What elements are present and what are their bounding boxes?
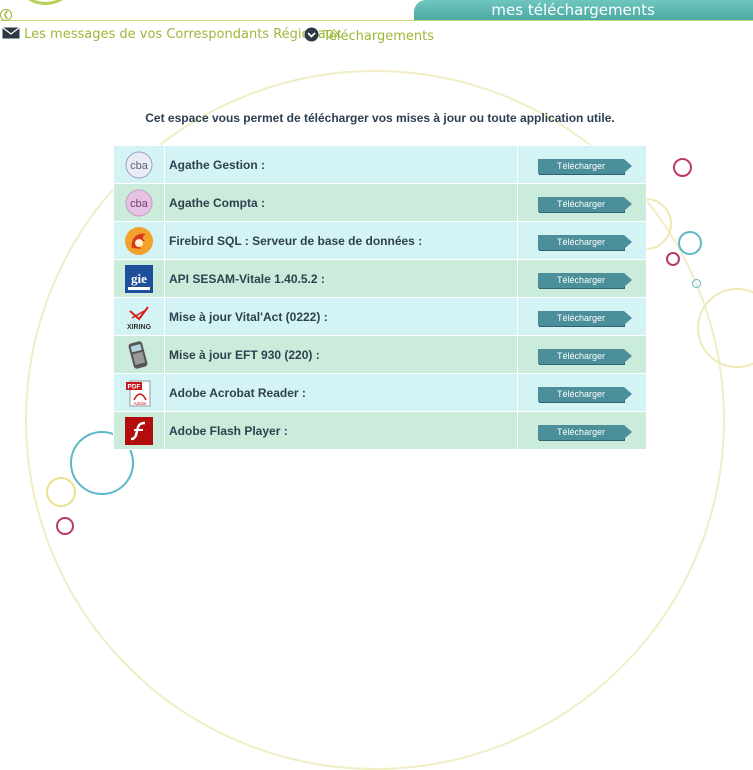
header-tab-title: mes téléchargements xyxy=(491,1,655,19)
table-row: cba Agathe Gestion : Télécharger xyxy=(113,145,647,184)
table-row: Adobe Flash Player : Télécharger xyxy=(113,411,647,450)
icon-cell: gie xyxy=(113,259,165,298)
flash-icon xyxy=(125,416,153,445)
table-row: gie API SESAM-Vitale 1.40.5.2 : Téléchar… xyxy=(113,259,647,298)
pdf-icon: PDF Adobe xyxy=(126,380,151,406)
intro-text: Cet espace vous permet de télécharger vo… xyxy=(145,111,615,125)
back-arrow-icon[interactable]: ❮ xyxy=(0,9,12,21)
download-button[interactable]: Télécharger xyxy=(538,348,632,364)
table-row: PDF Adobe Adobe Acrobat Reader : Télécha… xyxy=(113,373,647,412)
card-terminal-icon xyxy=(128,340,148,369)
item-name: Adobe Acrobat Reader : xyxy=(164,373,518,412)
header-divider xyxy=(0,20,753,21)
item-name: Adobe Flash Player : xyxy=(164,411,518,450)
icon-cell: cba xyxy=(113,145,165,184)
decorative-circle xyxy=(666,252,680,266)
action-cell: Télécharger xyxy=(517,297,647,336)
svg-text:Adobe: Adobe xyxy=(133,401,147,406)
svg-text:cba: cba xyxy=(130,198,149,210)
icon-cell: XIRING xyxy=(113,297,165,336)
icon-cell: PDF Adobe xyxy=(113,373,165,412)
cba-logo-icon: cba xyxy=(125,151,153,178)
action-cell: Télécharger xyxy=(517,259,647,298)
messages-link-label: Les messages de vos Correspondants Régio… xyxy=(24,27,342,42)
envelope-icon xyxy=(2,27,20,39)
download-button[interactable]: Télécharger xyxy=(538,272,632,288)
item-name: Firebird SQL : Serveur de base de donnée… xyxy=(164,221,518,260)
icon-cell xyxy=(113,411,165,450)
decorative-circle xyxy=(56,517,74,535)
messages-link[interactable]: Les messages de vos Correspondants Régio… xyxy=(2,27,342,42)
download-button[interactable]: Télécharger xyxy=(538,310,632,326)
download-button[interactable]: Télécharger xyxy=(538,158,632,174)
cba-logo-icon: cba xyxy=(125,189,153,216)
action-cell: Télécharger xyxy=(517,373,647,412)
item-name: Mise à jour EFT 930 (220) : xyxy=(164,335,518,374)
icon-cell xyxy=(113,335,165,374)
download-button[interactable]: Télécharger xyxy=(538,234,632,250)
downloads-table: cba Agathe Gestion : Télécharger cba Aga… xyxy=(113,145,647,450)
item-name: Agathe Compta : xyxy=(164,183,518,222)
decorative-circle xyxy=(673,158,692,177)
action-cell: Télécharger xyxy=(517,145,647,184)
decorative-circle xyxy=(46,477,76,507)
icon-cell: cba xyxy=(113,183,165,222)
item-name: Agathe Gestion : xyxy=(164,145,518,184)
svg-text:cba: cba xyxy=(130,160,149,172)
table-row: Firebird SQL : Serveur de base de donnée… xyxy=(113,221,647,260)
svg-text:gie: gie xyxy=(131,271,147,286)
header-tab: mes téléchargements xyxy=(414,0,753,20)
logo-arc xyxy=(18,0,73,5)
svg-text:XIRING: XIRING xyxy=(127,324,152,331)
gie-logo-icon: gie xyxy=(125,264,153,293)
action-cell: Télécharger xyxy=(517,183,647,222)
table-row: cba Agathe Compta : Télécharger xyxy=(113,183,647,222)
item-name: Mise à jour Vital'Act (0222) : xyxy=(164,297,518,336)
icon-cell xyxy=(113,221,165,260)
download-button[interactable]: Télécharger xyxy=(538,386,632,402)
item-name: API SESAM-Vitale 1.40.5.2 : xyxy=(164,259,518,298)
action-cell: Télécharger xyxy=(517,411,647,450)
downloads-link-label: Téléchargements xyxy=(323,29,434,44)
decorative-circle xyxy=(678,231,702,255)
action-cell: Télécharger xyxy=(517,335,647,374)
firebird-icon xyxy=(125,226,153,255)
download-circle-icon xyxy=(304,27,319,42)
download-button[interactable]: Télécharger xyxy=(538,424,632,440)
svg-text:PDF: PDF xyxy=(128,383,141,390)
download-button[interactable]: Télécharger xyxy=(538,196,632,212)
decorative-circle xyxy=(692,279,701,288)
downloads-link[interactable]: Téléchargements xyxy=(304,27,434,44)
table-row: XIRING Mise à jour Vital'Act (0222) : Té… xyxy=(113,297,647,336)
action-cell: Télécharger xyxy=(517,221,647,260)
table-row: Mise à jour EFT 930 (220) : Télécharger xyxy=(113,335,647,374)
xiring-icon: XIRING xyxy=(127,305,152,331)
